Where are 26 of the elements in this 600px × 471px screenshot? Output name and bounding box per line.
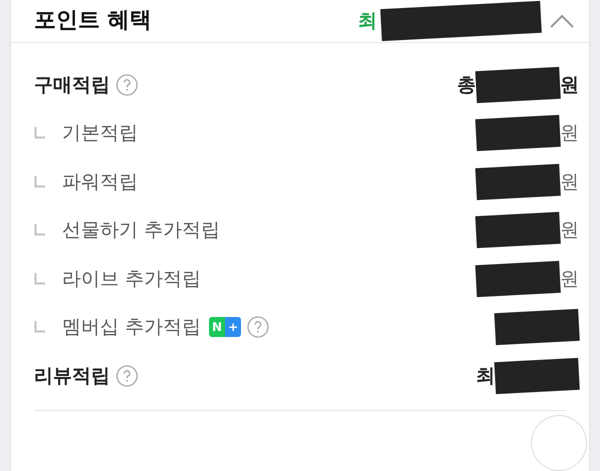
value-text: 원 [560, 72, 579, 98]
branch-icon [34, 176, 46, 188]
value-text: 원 [560, 218, 579, 243]
row-label: 멤버십 추가적립 [62, 315, 202, 340]
branch-icon [34, 321, 46, 334]
help-icon[interactable] [116, 74, 138, 96]
row-label: 기본적립 [62, 121, 138, 146]
chevron-up-icon[interactable] [549, 12, 575, 29]
branch-icon [34, 272, 46, 285]
row-label: 선물하기 추가적립 [62, 218, 220, 243]
circle-button[interactable] [531, 415, 587, 471]
branch-icon [34, 127, 46, 140]
row-label: 리뷰적립 [34, 364, 110, 388]
value-text: 원 [560, 266, 579, 292]
value-text: 원 [560, 170, 579, 194]
help-icon[interactable] [247, 316, 270, 338]
summary-text: 최 [358, 8, 377, 34]
branch-icon [34, 224, 46, 236]
value-text: 원 [560, 121, 579, 146]
value-text: 최 [476, 364, 495, 388]
row-label: 파워적립 [62, 170, 138, 194]
help-icon[interactable] [116, 364, 138, 387]
row-label: 구매적립 [34, 72, 110, 98]
row-label: 라이브 추가적립 [62, 266, 202, 292]
section-title: 포인트 혜택 [34, 7, 152, 36]
value-text: 총 [457, 72, 476, 98]
